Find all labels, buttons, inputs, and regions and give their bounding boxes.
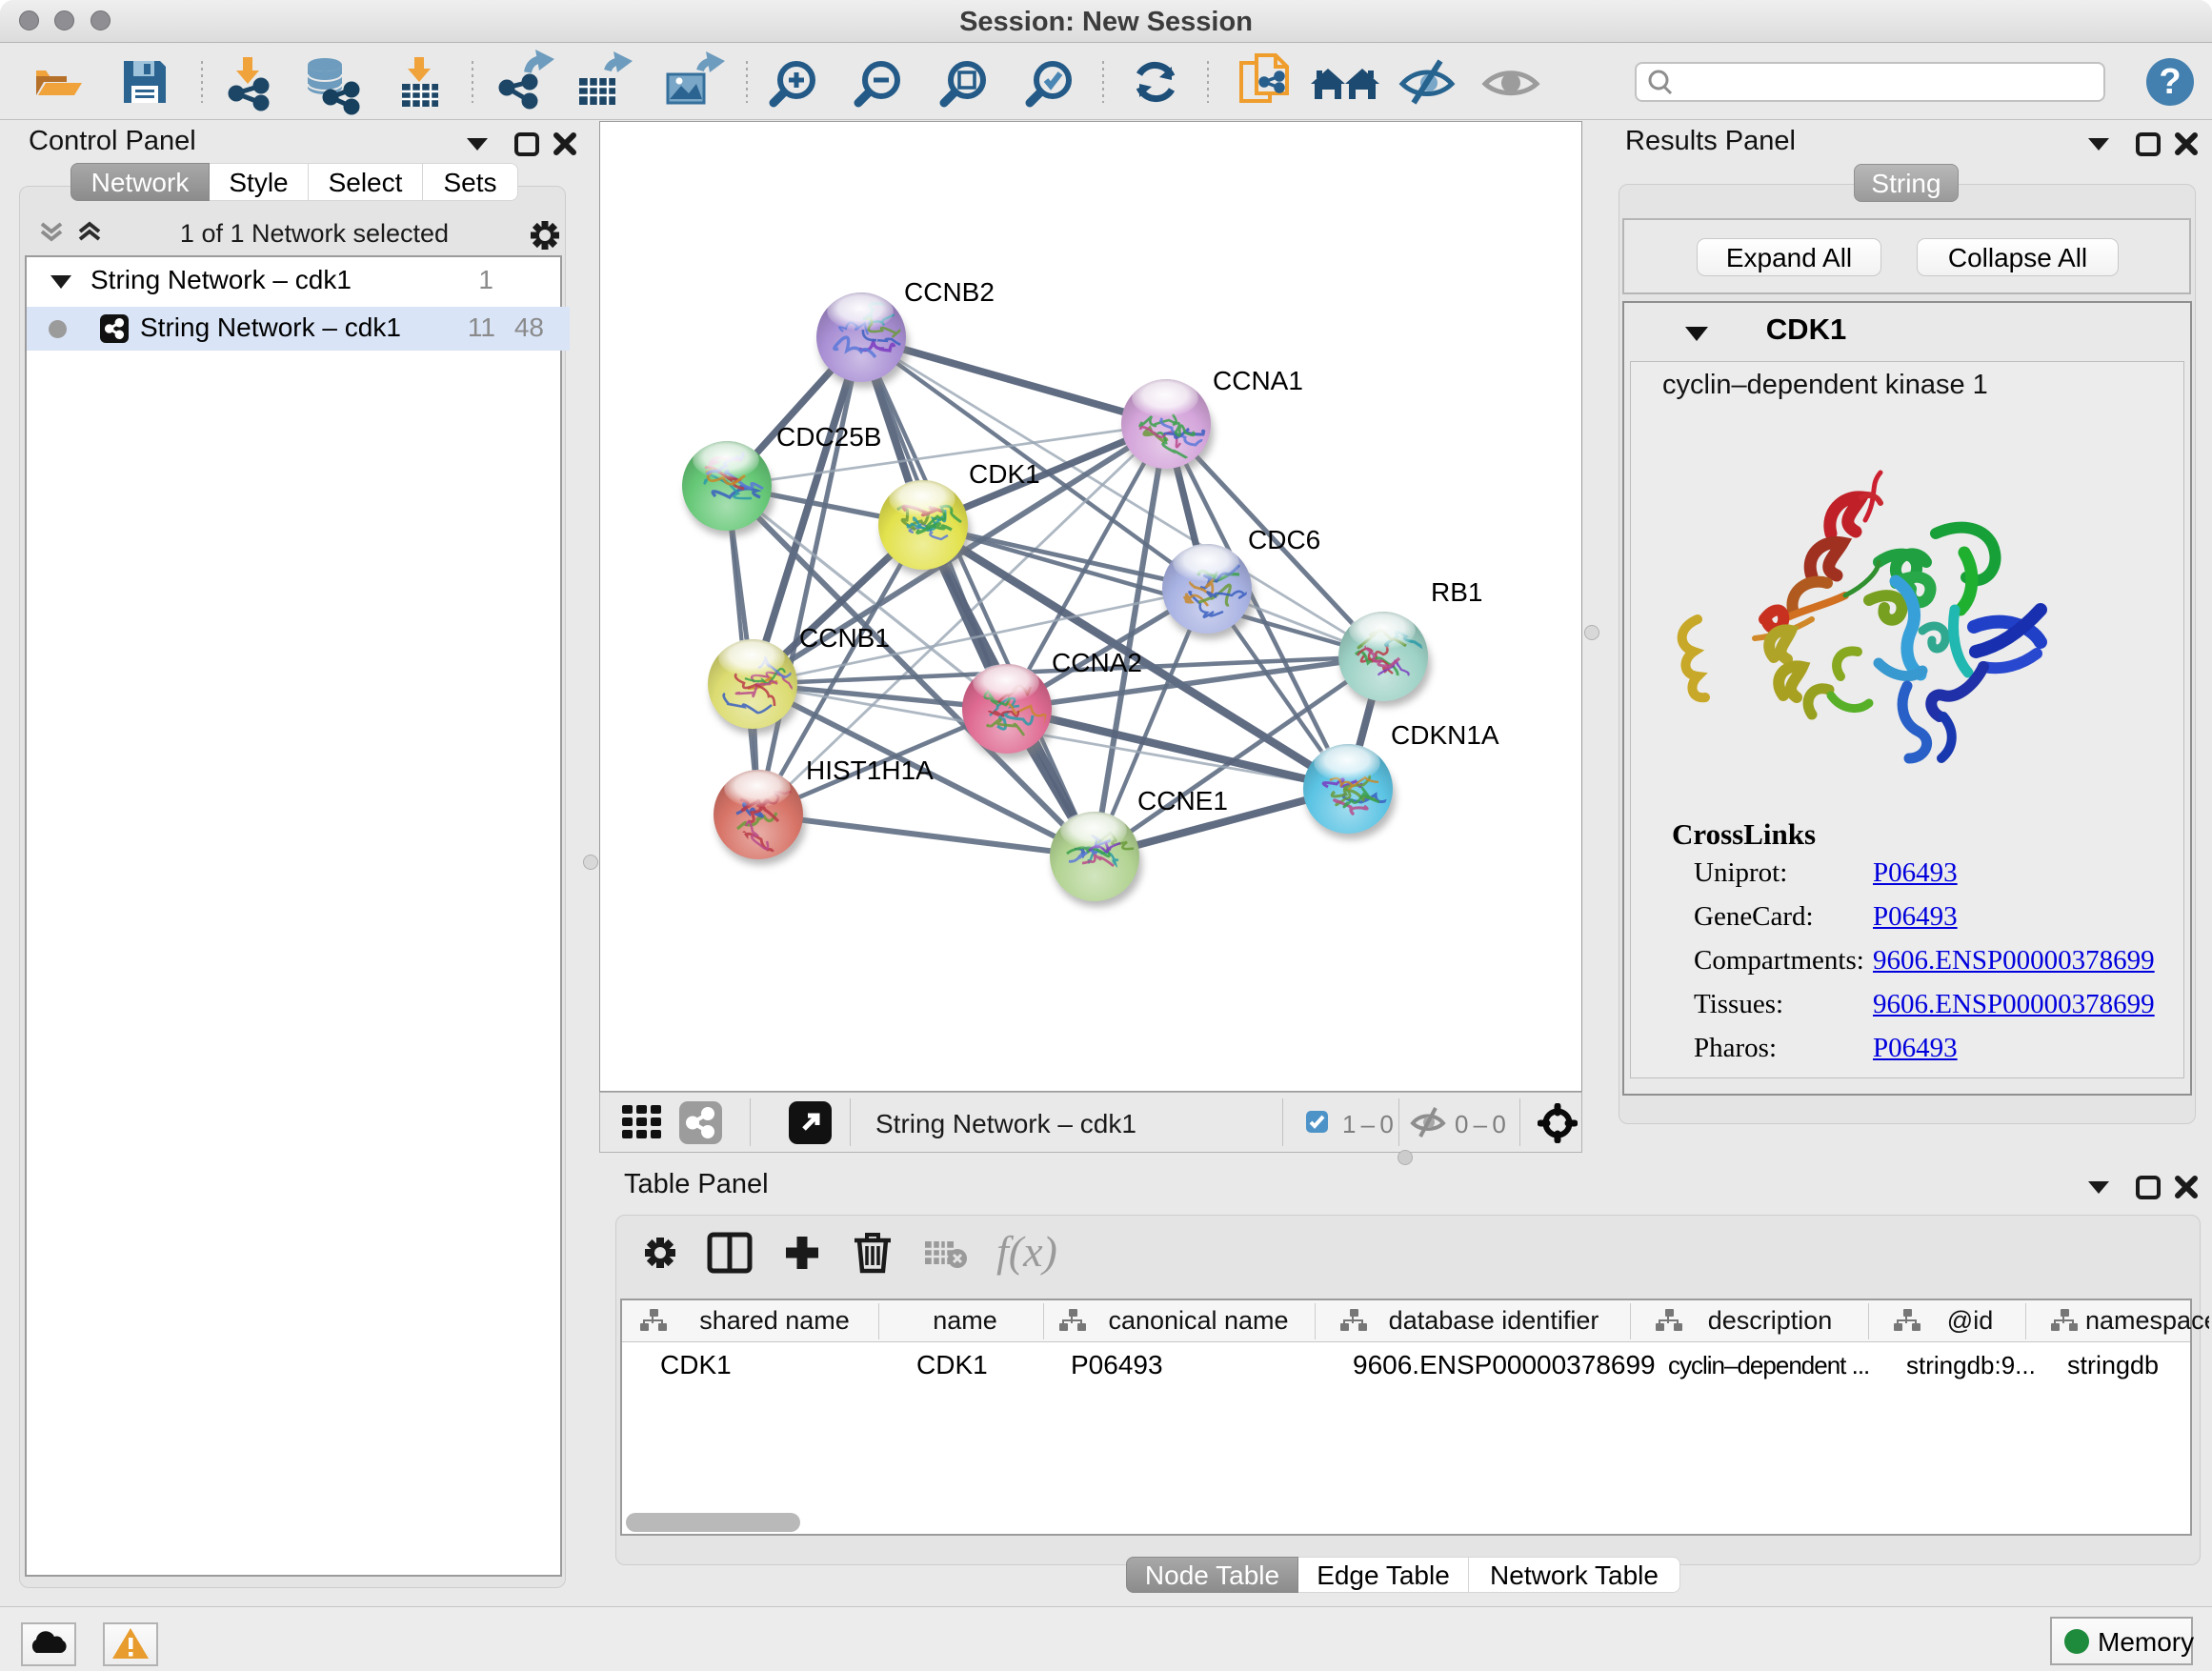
svg-text:CDK1: CDK1: [969, 459, 1040, 489]
svg-text:HIST1H1A: HIST1H1A: [806, 755, 934, 785]
svg-text:CCNA1: CCNA1: [1213, 366, 1303, 395]
svg-text:CCNB2: CCNB2: [904, 277, 995, 307]
svg-text:f(x): f(x): [996, 1227, 1057, 1276]
svg-text:CDC6: CDC6: [1248, 525, 1320, 554]
svg-text:RB1: RB1: [1431, 577, 1482, 607]
svg-text:CCNA2: CCNA2: [1052, 648, 1142, 677]
svg-text:CCNB1: CCNB1: [799, 623, 890, 653]
svg-text:CCNE1: CCNE1: [1137, 786, 1228, 815]
svg-text:CDKN1A: CDKN1A: [1391, 720, 1499, 750]
svg-text:CDC25B: CDC25B: [776, 422, 881, 452]
